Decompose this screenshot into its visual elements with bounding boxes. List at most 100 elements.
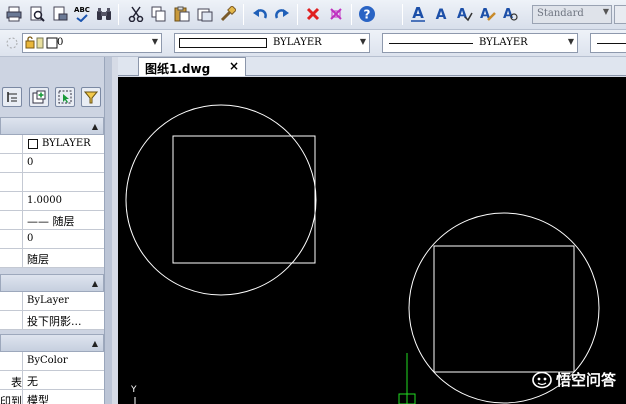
- circle-shape[interactable]: [125, 104, 317, 296]
- linetype-dropdown[interactable]: BYLAYER ▼: [382, 33, 578, 53]
- select-objects-icon[interactable]: [55, 87, 75, 107]
- ucs-y-label: Y: [131, 385, 137, 395]
- text-style-dropdown[interactable]: Standard ▼: [532, 5, 612, 24]
- watermark-text: 悟空问答: [555, 371, 616, 389]
- paste-special-icon[interactable]: [195, 4, 215, 24]
- property-value: 0: [27, 157, 34, 168]
- delete-duplicates-icon[interactable]: [326, 4, 346, 24]
- property-name: [0, 311, 23, 330]
- property-value: ByLayer: [27, 295, 69, 306]
- document-tab-bar: 图纸1.dwg ×: [118, 57, 626, 76]
- check-icon: [76, 14, 88, 22]
- property-row[interactable]: 表 无: [0, 371, 104, 390]
- help-icon[interactable]: ?: [357, 4, 377, 24]
- property-name: 表: [0, 371, 23, 390]
- property-name: [0, 192, 23, 211]
- spell-check-label: ABC: [74, 6, 90, 14]
- toolbar-overflow[interactable]: [614, 5, 626, 24]
- delete-icon[interactable]: [303, 4, 323, 24]
- linetype-preview-line: [389, 43, 473, 44]
- text-scale-icon[interactable]: A: [500, 4, 520, 24]
- linetype-value: BYLAYER: [479, 37, 528, 48]
- property-row[interactable]: 随层: [0, 249, 104, 268]
- property-name: [0, 352, 23, 371]
- match-properties-icon[interactable]: [218, 4, 238, 24]
- collapse-icon: ▲: [91, 122, 98, 131]
- property-row[interactable]: [0, 173, 104, 192]
- property-value: 模型: [27, 394, 49, 404]
- lineweight-dropdown[interactable]: [590, 33, 626, 53]
- property-name: [0, 249, 23, 268]
- property-name: [0, 154, 23, 173]
- color-swatch: [28, 139, 38, 149]
- rectangle-shape[interactable]: [172, 135, 316, 264]
- chevron-down-icon: ▼: [151, 37, 158, 46]
- layer-state-icon[interactable]: [2, 33, 22, 53]
- watermark: 悟空问答: [532, 369, 616, 390]
- color-value: BYLAYER: [273, 37, 322, 48]
- property-row[interactable]: 0: [0, 230, 104, 249]
- print-icon[interactable]: [4, 4, 24, 24]
- rectangle-shape[interactable]: [433, 245, 575, 373]
- undo-icon[interactable]: [250, 4, 270, 24]
- text-find-icon[interactable]: A: [454, 4, 474, 24]
- color-swatch: [179, 38, 267, 48]
- property-name: [0, 211, 23, 230]
- layer-dropdown[interactable]: 0 ▼: [22, 33, 162, 53]
- property-row[interactable]: ByLayer: [0, 292, 104, 311]
- publish-icon[interactable]: [50, 4, 70, 24]
- print-preview-icon[interactable]: [27, 4, 47, 24]
- close-icon[interactable]: ×: [229, 59, 239, 73]
- text-style-icon[interactable]: A: [408, 4, 428, 24]
- lineweight-preview-line: [597, 43, 626, 44]
- chevron-down-icon: ▼: [567, 37, 574, 46]
- redo-icon[interactable]: [272, 4, 292, 24]
- binoculars-icon[interactable]: [94, 4, 114, 24]
- panel-scrollbar[interactable]: [104, 57, 112, 404]
- layer-value: 0: [57, 37, 64, 48]
- toolbar-separator: [118, 4, 119, 25]
- property-row[interactable]: BYLAYER: [0, 135, 104, 154]
- property-name: 印到: [0, 390, 23, 404]
- property-row[interactable]: —— 随层: [0, 211, 104, 230]
- tab-label: 图纸1.dwg: [145, 62, 211, 76]
- toolbar-separator: [351, 4, 352, 25]
- chevron-down-icon: ▼: [359, 37, 366, 46]
- tab-drawing1[interactable]: 图纸1.dwg ×: [138, 57, 246, 76]
- section-header-plot[interactable]: ▲: [0, 334, 104, 352]
- copy-icon[interactable]: [149, 4, 169, 24]
- property-row[interactable]: 1.0000: [0, 192, 104, 211]
- property-row[interactable]: 投下阴影...: [0, 311, 104, 330]
- paste-icon[interactable]: [172, 4, 192, 24]
- section-header-3d[interactable]: ▲: [0, 274, 104, 292]
- svg-text:A: A: [436, 7, 447, 23]
- toolbar-separator: [402, 4, 403, 25]
- wukong-logo-icon: [532, 371, 552, 388]
- layer-properties-toolbar: 0 ▼ BYLAYER ▼ BYLAYER ▼: [0, 30, 626, 57]
- property-name: [0, 230, 23, 249]
- filter-icon[interactable]: [81, 87, 101, 107]
- property-value: 1.0000: [27, 195, 62, 206]
- cut-icon[interactable]: [126, 4, 146, 24]
- property-value: 0: [27, 233, 34, 244]
- svg-text:A: A: [457, 7, 467, 22]
- color-dropdown[interactable]: BYLAYER ▼: [174, 33, 370, 53]
- quick-select-icon[interactable]: [2, 87, 22, 107]
- property-value: —— 随层: [27, 215, 75, 228]
- property-name: [0, 135, 23, 154]
- property-row[interactable]: 0: [0, 154, 104, 173]
- add-selection-icon[interactable]: [29, 87, 49, 107]
- section-header-general[interactable]: ▲: [0, 117, 104, 135]
- multiline-text-icon[interactable]: A: [431, 4, 451, 24]
- layer-status-icons: [25, 36, 58, 49]
- property-value: ByColor: [27, 355, 68, 366]
- spell-check-button[interactable]: ABC: [72, 4, 92, 24]
- text-edit-icon[interactable]: A: [477, 4, 497, 24]
- property-value: BYLAYER: [42, 138, 91, 149]
- property-value: 无: [27, 375, 38, 388]
- property-row[interactable]: ByColor: [0, 352, 104, 371]
- toolbar-separator: [297, 4, 298, 25]
- property-row[interactable]: 印到 模型: [0, 390, 104, 404]
- drawing-canvas[interactable]: Y 悟空问答: [118, 77, 626, 404]
- collapse-icon: ▲: [91, 279, 98, 288]
